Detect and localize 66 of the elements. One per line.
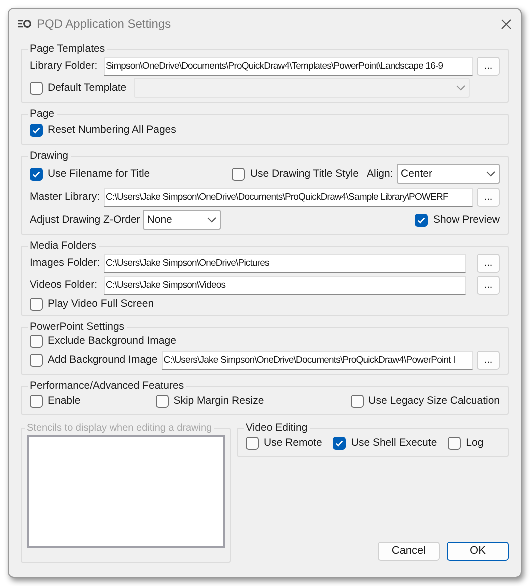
group-title: Page: [29, 108, 56, 121]
checkbox[interactable]: [246, 437, 259, 450]
group-title: Video Editing: [245, 422, 309, 435]
group-title: Page Templates: [29, 43, 106, 56]
path-field[interactable]: C:\Users\Jake Simpson\OneDrive\Documents\ProQuickDraw4\PowerPoint I: [162, 351, 473, 370]
checkbox[interactable]: [156, 395, 169, 408]
browse-button[interactable]: ...: [477, 276, 500, 295]
checkbox[interactable]: [448, 437, 462, 450]
field-label: Adjust Drawing Z-Order: [30, 214, 140, 226]
checkbox-label: Reset Numbering All Pages: [48, 124, 176, 137]
checkmark-icon: [335, 439, 344, 448]
checkbox-label: Add Background Image: [48, 354, 158, 367]
checkbox-label: Show Preview: [433, 214, 500, 226]
checkbox-label: Use Remote: [264, 437, 322, 450]
checkbox[interactable]: [333, 437, 346, 450]
checkmark-icon: [32, 126, 41, 135]
checkbox-label: Log: [466, 437, 484, 450]
path-field[interactable]: Simpson\OneDrive\Documents\ProQuickDraw4\Templates\PowerPoint\Landscape 16-9: [104, 57, 473, 76]
dialog-button[interactable]: Cancel: [378, 542, 440, 561]
browse-button[interactable]: ...: [477, 351, 500, 370]
field-label: Align:: [367, 168, 394, 180]
checkbox-label: Skip Margin Resize: [174, 395, 264, 408]
browse-button[interactable]: ...: [477, 57, 500, 76]
group-title: PowerPoint Settings: [29, 321, 126, 334]
chevron-down-icon: [486, 171, 496, 177]
checkbox[interactable]: [30, 354, 43, 367]
checkbox-label: Exclude Background Image: [48, 335, 176, 348]
checkbox[interactable]: [30, 395, 43, 408]
checkbox-label: Play Video Full Screen: [48, 298, 154, 311]
checkbox[interactable]: [350, 395, 364, 408]
group-title: Drawing: [29, 150, 70, 163]
path-field[interactable]: C:\Users\Jake Simpson\OneDrive\Documents\ProQuickDraw4\Sample Library\POWERF: [104, 188, 473, 207]
dropdown[interactable]: Center: [397, 164, 500, 184]
checkbox-label: Use Filename for Title: [48, 168, 150, 180]
checkbox-label: Default Template: [48, 82, 127, 94]
checkbox[interactable]: [415, 214, 428, 226]
chevron-down-icon: [207, 217, 218, 223]
checkbox[interactable]: [232, 168, 246, 180]
path-field[interactable]: C:\Users\Jake Simpson\OneDrive\Pictures: [104, 254, 466, 273]
group-title: Performance/Advanced Features: [29, 380, 186, 393]
group-title: Stencils to display when editing a drawing: [26, 422, 214, 435]
group-title: Media Folders: [29, 240, 98, 253]
dropdown[interactable]: None: [143, 210, 222, 230]
path-field[interactable]: C:\Users\Jake Simpson\Videos: [104, 276, 466, 295]
checkmark-icon: [417, 216, 426, 224]
checkbox[interactable]: [30, 82, 43, 94]
checkmark-icon: [32, 170, 41, 178]
field-label: Library Folder:: [30, 60, 99, 73]
app-logo-icon: [18, 19, 32, 29]
checkbox-label: Enable: [48, 395, 81, 408]
browse-button[interactable]: ...: [477, 188, 500, 207]
field-label: Master Library:: [30, 191, 100, 204]
chevron-down-icon: [456, 85, 466, 91]
field-label: Videos Folder:: [30, 279, 99, 292]
checkbox-label: Use Drawing Title Style: [250, 168, 359, 180]
field-label: Images Folder:: [30, 257, 100, 270]
checkbox[interactable]: [30, 335, 43, 348]
checkbox[interactable]: [30, 124, 43, 137]
window-title: PQD Application Settings: [37, 18, 172, 30]
checkbox[interactable]: [30, 298, 43, 311]
checkbox-label: Use Shell Execute: [351, 437, 438, 450]
browse-button[interactable]: ...: [477, 254, 500, 273]
checkbox[interactable]: [30, 168, 43, 180]
dialog-button[interactable]: OK: [447, 542, 509, 561]
close-icon[interactable]: [501, 18, 512, 30]
checkbox-label: Use Legacy Size Calcuation: [368, 395, 500, 408]
